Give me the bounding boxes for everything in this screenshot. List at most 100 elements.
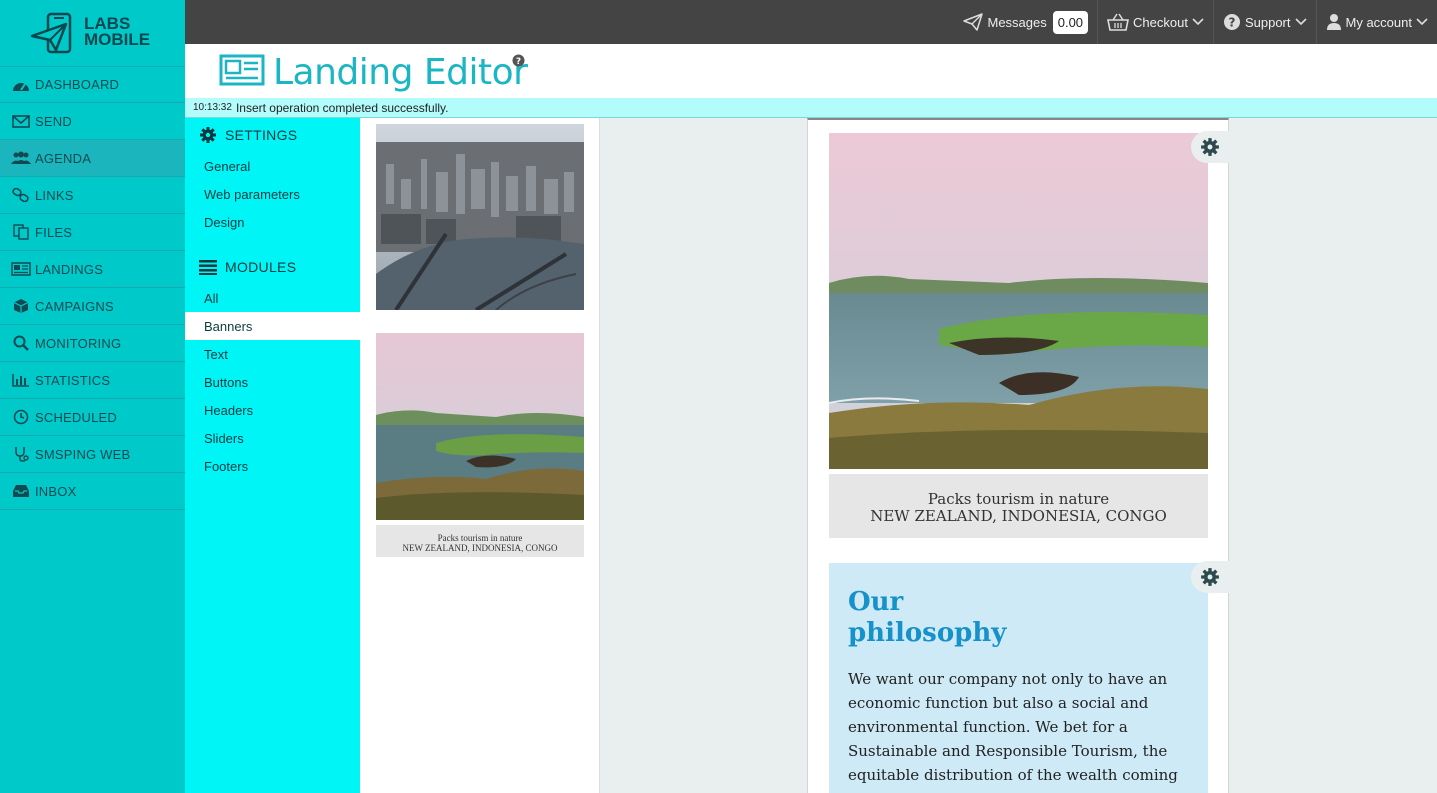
philosophy-title-line1: Our <box>848 587 904 617</box>
nav-item-dashboard[interactable]: DASHBOARD <box>0 66 185 103</box>
support-menu[interactable]: ? Support <box>1212 0 1316 44</box>
settings-heading: SETTINGS <box>185 118 360 152</box>
modules-heading: MODULES <box>185 250 360 284</box>
list-icon <box>199 259 217 275</box>
chevron-down-icon <box>1192 18 1204 26</box>
banner-thumbnail-nature[interactable]: Packs tourism in nature NEW ZEALAND, IND… <box>376 333 584 557</box>
status-time: 10:13:32 <box>193 102 232 113</box>
settings-item-web-parameters[interactable]: Web parameters <box>185 180 360 208</box>
checkout-menu[interactable]: Checkout <box>1097 0 1213 44</box>
landing-page-preview: Packs tourism in nature NEW ZEALAND, IND… <box>807 118 1229 793</box>
nav-label: SCHEDULED <box>35 409 117 425</box>
basket-icon <box>1107 13 1130 31</box>
gear-icon <box>199 126 217 144</box>
module-item-banners[interactable]: Banners <box>185 312 360 340</box>
question-circle-icon: ? <box>1223 13 1241 31</box>
balance-badge: 0.00 <box>1052 10 1089 34</box>
nav-label: INBOX <box>35 483 77 499</box>
banner-caption-line2: NEW ZEALAND, INDONESIA, CONGO <box>870 507 1167 525</box>
nav-item-statistics[interactable]: STATISTICS <box>0 362 185 399</box>
help-icon[interactable]: ? <box>512 54 525 72</box>
thumbnail-caption-line2: NEW ZEALAND, INDONESIA, CONGO <box>402 543 558 553</box>
messages-menu[interactable]: Messages 0.00 <box>954 0 1097 44</box>
module-item-all[interactable]: All <box>185 284 360 312</box>
philosophy-title: Our philosophy <box>848 587 1189 649</box>
philosophy-body: We want our company not only to have an … <box>848 670 1178 784</box>
sidebar: LABS MOBILE DASHBOARD SEND AGENDA LINKS … <box>0 0 185 793</box>
philosophy-title-line2: philosophy <box>848 618 1007 648</box>
coast-photo <box>376 333 584 520</box>
logo[interactable]: LABS MOBILE <box>0 0 185 64</box>
bar-chart-icon <box>11 372 31 388</box>
thumbnail-caption: Packs tourism in nature NEW ZEALAND, IND… <box>376 525 584 557</box>
module-item-text[interactable]: Text <box>185 340 360 368</box>
status-bar: 10:13:32 Insert operation completed succ… <box>185 98 1437 118</box>
banner-thumbnail-city[interactable] <box>376 124 584 312</box>
chevron-down-icon <box>1416 18 1428 26</box>
account-menu[interactable]: My account <box>1315 0 1437 44</box>
gear-icon <box>1200 137 1220 157</box>
messages-label: Messages <box>987 14 1047 30</box>
nav-label: CAMPAIGNS <box>35 298 114 314</box>
page-header: Landing Editor ? <box>185 44 1437 98</box>
nav-label: STATISTICS <box>35 372 111 388</box>
files-icon <box>11 224 31 240</box>
philosophy-module[interactable]: Our philosophy We want our company not o… <box>829 563 1208 793</box>
nav-item-scheduled[interactable]: SCHEDULED <box>0 399 185 436</box>
nav-item-monitoring[interactable]: MONITORING <box>0 325 185 362</box>
nav-item-smsping-web[interactable]: SMSPING WEB <box>0 436 185 473</box>
editor-canvas: Packs tourism in nature NEW ZEALAND, IND… <box>601 118 1437 793</box>
users-icon <box>11 150 31 166</box>
modules-heading-label: MODULES <box>225 259 297 275</box>
support-label: Support <box>1244 14 1291 30</box>
module-item-sliders[interactable]: Sliders <box>185 424 360 452</box>
nav-item-landings[interactable]: LANDINGS <box>0 251 185 288</box>
title-wrap: Landing Editor <box>219 52 528 93</box>
module-item-footers[interactable]: Footers <box>185 452 360 480</box>
module-item-headers[interactable]: Headers <box>185 396 360 424</box>
thumbnail-caption-line1: Packs tourism in nature <box>437 533 523 543</box>
logo-text: LABS MOBILE <box>84 14 151 49</box>
paper-plane-logo-icon <box>30 12 72 54</box>
paper-plane-icon <box>963 13 984 31</box>
text-module-settings-button[interactable] <box>1191 561 1229 593</box>
nav-item-links[interactable]: LINKS <box>0 177 185 214</box>
clock-icon <box>11 409 31 425</box>
nav-label: FILES <box>35 224 73 240</box>
coast-photo <box>828 133 1208 469</box>
settings-item-design[interactable]: Design <box>185 208 360 236</box>
newspaper-icon <box>219 54 265 91</box>
gear-icon <box>1200 567 1220 587</box>
editor-panel: SETTINGS General Web parameters Design M… <box>185 118 360 793</box>
nav-item-agenda[interactable]: AGENDA <box>0 140 185 177</box>
checkout-label: Checkout <box>1133 14 1188 30</box>
banner-settings-button[interactable] <box>1191 131 1229 163</box>
nav-item-send[interactable]: SEND <box>0 103 185 140</box>
settings-item-general[interactable]: General <box>185 152 360 180</box>
link-icon <box>11 187 31 203</box>
top-bar: Messages 0.00 Checkout ? Support My acco… <box>185 0 1437 44</box>
module-thumbnails: Packs tourism in nature NEW ZEALAND, IND… <box>360 118 600 793</box>
settings-heading-label: SETTINGS <box>225 127 298 143</box>
account-label: My account <box>1345 14 1412 30</box>
banner-caption-line1: Packs tourism in nature <box>927 490 1110 508</box>
svg-text:?: ? <box>516 57 521 67</box>
status-message: Insert operation completed successfully. <box>235 100 449 115</box>
page-title: Landing Editor <box>273 52 528 93</box>
nav-item-campaigns[interactable]: CAMPAIGNS <box>0 288 185 325</box>
banner-module[interactable]: Packs tourism in nature NEW ZEALAND, IND… <box>828 133 1208 538</box>
module-item-buttons[interactable]: Buttons <box>185 368 360 396</box>
nav-label: SMSPING WEB <box>35 446 131 462</box>
nav-label: SEND <box>35 113 72 129</box>
nav-item-files[interactable]: FILES <box>0 214 185 251</box>
banner-caption: Packs tourism in nature NEW ZEALAND, IND… <box>829 474 1208 538</box>
nav-item-inbox[interactable]: INBOX <box>0 473 185 510</box>
nav-label: LINKS <box>35 187 74 203</box>
chevron-down-icon <box>1294 18 1307 26</box>
svg-text:?: ? <box>1228 16 1235 30</box>
dashboard-icon <box>11 77 31 93</box>
nav-label: LANDINGS <box>35 261 104 277</box>
envelope-icon <box>11 113 31 129</box>
nav-label: MONITORING <box>35 335 122 351</box>
nav-label: AGENDA <box>35 150 92 166</box>
